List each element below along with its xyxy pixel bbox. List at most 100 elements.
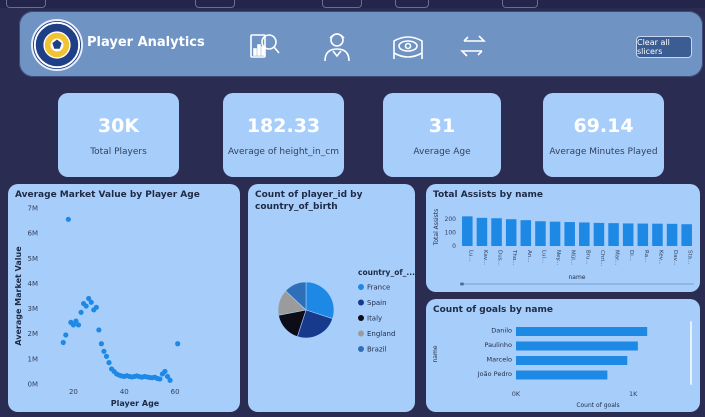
swap-arrows-icon[interactable]: [456, 29, 490, 63]
bar[interactable]: [666, 223, 678, 246]
y-tick-label: 5M: [28, 255, 39, 263]
goals-bar-chart[interactable]: name Count of goals Danilo Paulinho Marcel…: [426, 299, 700, 412]
y-tick-label: 0: [452, 243, 456, 250]
scatter-point[interactable]: [65, 216, 71, 222]
legend-marker: [358, 330, 364, 337]
scatter-point[interactable]: [167, 377, 173, 383]
clear-all-slicers-button[interactable]: Clear all slicers: [636, 36, 692, 58]
kpi-value: 31: [428, 115, 456, 137]
pie-chart-panel[interactable]: Count of player_id by country_of_birth c…: [248, 184, 415, 412]
legend-label[interactable]: England: [367, 330, 395, 338]
bar[interactable]: [505, 219, 517, 246]
scatter-point[interactable]: [103, 353, 110, 359]
scatter-point[interactable]: [98, 341, 104, 347]
scatter-point[interactable]: [157, 376, 163, 382]
bar[interactable]: [549, 221, 561, 246]
scatter-point[interactable]: [75, 322, 82, 328]
x-tick-label: Sta...: [687, 250, 693, 265]
pie-chart[interactable]: country_of_... France Spain Italy England Br…: [248, 184, 415, 412]
kpi-label: Average Minutes Played: [549, 147, 658, 157]
x-tick-label: Ney...: [555, 250, 561, 265]
bar[interactable]: [520, 220, 532, 246]
bar[interactable]: [579, 222, 590, 246]
stadium-icon[interactable]: [391, 29, 425, 63]
bar[interactable]: [652, 223, 663, 246]
y-tick-label: Danilo: [491, 327, 512, 335]
y-tick-label: 6M: [28, 230, 39, 238]
bar[interactable]: [564, 222, 575, 246]
legend-label[interactable]: Brazil: [367, 346, 387, 354]
legend-label[interactable]: Spain: [367, 299, 387, 307]
scatter-point[interactable]: [162, 368, 168, 375]
kpi-label: Total Players: [90, 147, 147, 157]
report-search-icon[interactable]: [247, 29, 281, 63]
assists-bar-chart-panel[interactable]: Total Assists by name Total Assists name…: [426, 184, 700, 292]
bar[interactable]: [535, 221, 546, 246]
scatter-point[interactable]: [88, 299, 94, 305]
y-tick-label: Paulinho: [484, 341, 512, 349]
bar[interactable]: [516, 341, 638, 351]
legend-marker: [358, 315, 364, 321]
legend-marker: [358, 299, 364, 306]
x-tick-label: Dus...: [497, 250, 503, 266]
x-tick-label: 40: [120, 388, 129, 396]
scatter-point[interactable]: [101, 348, 107, 354]
top-tab[interactable]: [502, 0, 538, 8]
bar[interactable]: [608, 223, 619, 246]
kpi-card-average-minutes: 69.14 Average Minutes Played: [543, 93, 664, 177]
legend-label[interactable]: Italy: [367, 315, 382, 323]
scatter-point[interactable]: [60, 339, 66, 346]
kpi-value: 69.14: [573, 115, 634, 137]
x-tick-label: Bru...: [584, 250, 590, 265]
scatter-point[interactable]: [63, 332, 69, 338]
scrollbar-thumb[interactable]: [460, 282, 464, 286]
x-tick-label: Lu...: [467, 250, 473, 262]
legend-title: country_of_...: [358, 268, 415, 277]
top-tab[interactable]: [322, 0, 362, 8]
x-tick-label: 0K: [512, 390, 521, 398]
goals-bar-chart-panel[interactable]: Count of goals by name name Count of goa…: [426, 299, 700, 412]
x-tick-label: Lui...: [540, 250, 546, 263]
top-tab[interactable]: [395, 0, 429, 8]
bar[interactable]: [516, 370, 608, 380]
legend-label[interactable]: France: [367, 284, 390, 292]
y-tick-label: 2M: [28, 330, 39, 338]
player-profile-icon[interactable]: [320, 29, 354, 63]
y-axis-label: Average Market Value: [14, 246, 23, 346]
x-axis-label: name: [568, 274, 585, 281]
bar[interactable]: [516, 327, 648, 336]
scatter-point[interactable]: [83, 303, 89, 309]
x-axis-label: Count of goals: [576, 402, 619, 409]
y-axis-label: Total Assists: [433, 209, 440, 247]
x-tick-label: Dav...: [672, 250, 678, 266]
scatter-point[interactable]: [78, 309, 84, 315]
bar[interactable]: [516, 356, 628, 365]
y-tick-label: Marcelo: [487, 356, 512, 364]
bar[interactable]: [476, 217, 488, 246]
scatter-point[interactable]: [175, 341, 181, 347]
bar[interactable]: [622, 223, 634, 246]
y-tick-label: João Pedro: [477, 370, 512, 378]
bar[interactable]: [491, 218, 502, 246]
scatter-chart[interactable]: Average Market Value Player Age 0M 1M 2M 3M…: [8, 184, 240, 412]
x-tick-label: Di...: [628, 250, 634, 261]
assists-bar-chart[interactable]: Total Assists name 0 100 200 Lu... Kav... Du…: [426, 184, 700, 292]
scatter-point[interactable]: [96, 327, 102, 333]
x-tick-label: 1K: [629, 390, 638, 398]
y-tick-label: 1M: [28, 355, 39, 363]
legend-marker: [358, 284, 364, 290]
scatter-point[interactable]: [106, 360, 112, 366]
scatter-chart-panel[interactable]: Average Market Value by Player Age Avera…: [8, 184, 240, 412]
bar[interactable]: [681, 224, 692, 246]
scatter-point[interactable]: [93, 304, 99, 310]
bar[interactable]: [637, 223, 649, 246]
club-logo: [31, 19, 83, 71]
kpi-label: Average of height_in_cm: [228, 147, 339, 157]
horizontal-scrollbar[interactable]: [460, 283, 694, 285]
top-tab[interactable]: [195, 0, 235, 8]
top-tab[interactable]: [6, 0, 46, 8]
bar[interactable]: [593, 222, 605, 246]
bar[interactable]: [462, 216, 473, 246]
vertical-scrollbar[interactable]: [690, 321, 692, 385]
kpi-card-average-age: 31 Average Age: [383, 93, 501, 177]
